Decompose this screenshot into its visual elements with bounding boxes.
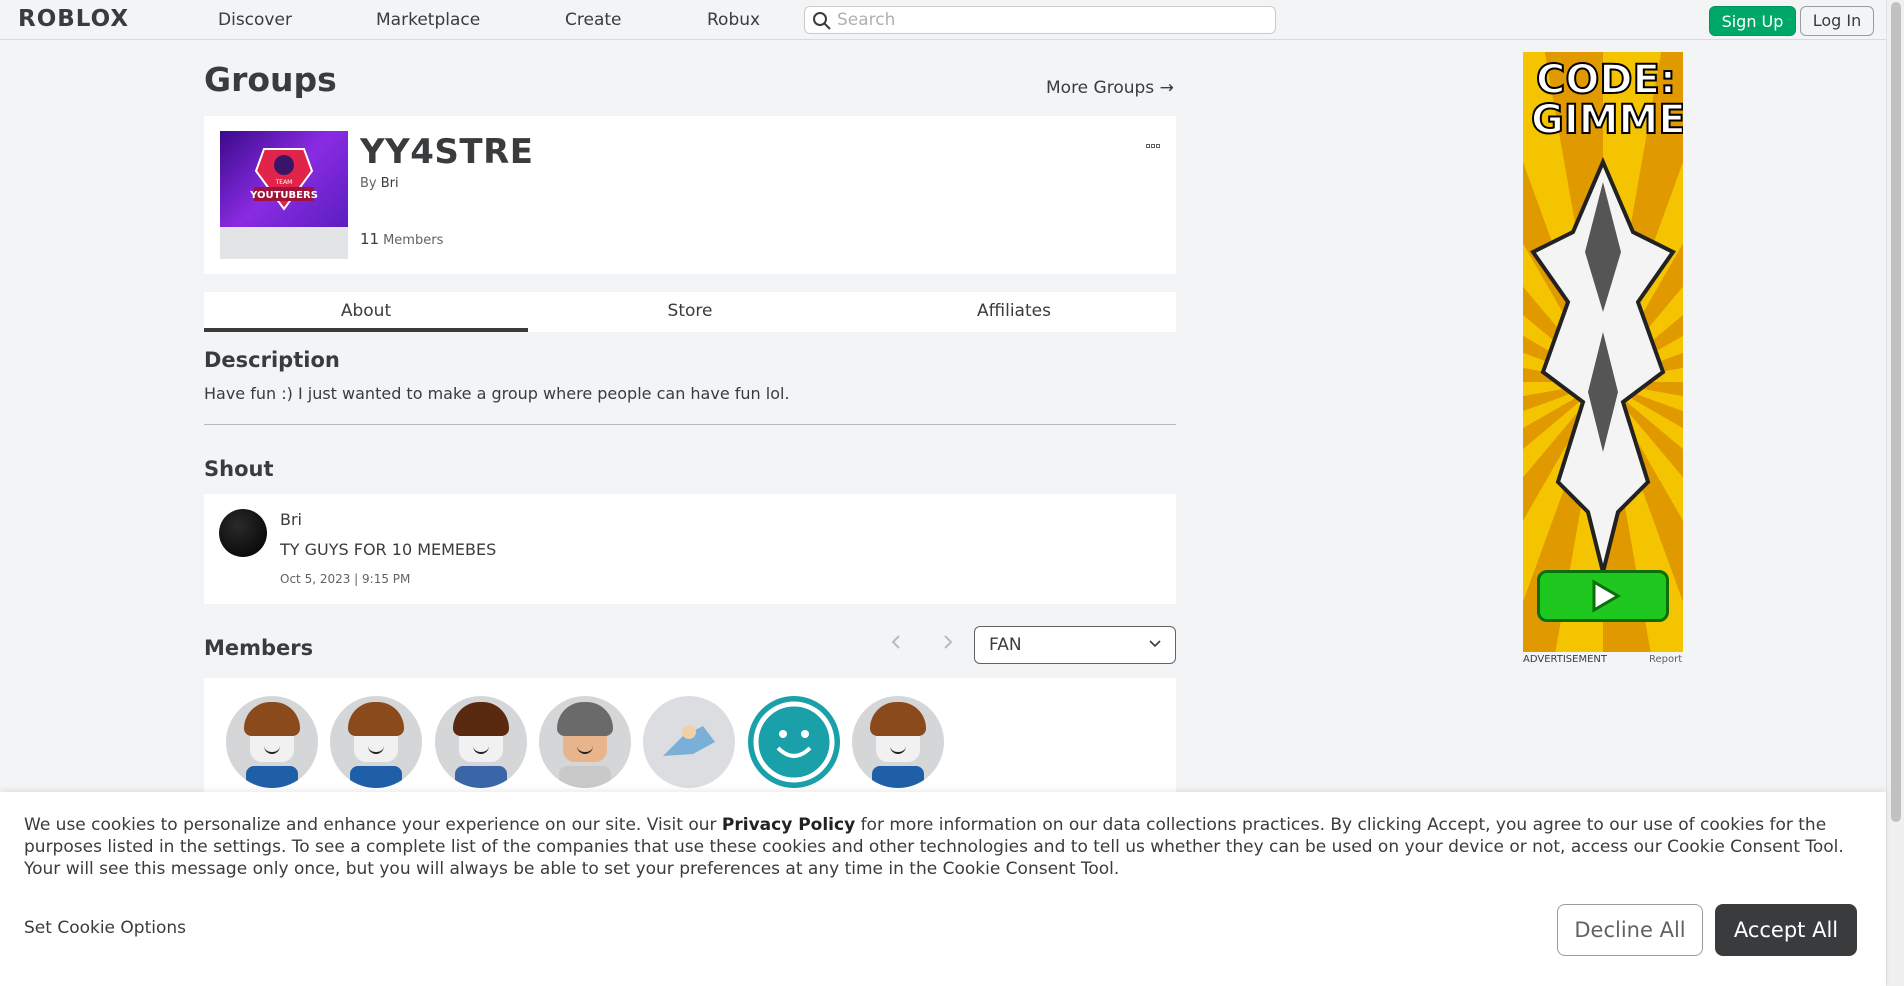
decline-all-button[interactable]: Decline All [1557, 904, 1703, 956]
ad-label: ADVERTISEMENT [1523, 654, 1608, 665]
more-options-icon[interactable] [1146, 133, 1164, 148]
member-avatar[interactable] [643, 696, 735, 788]
members-heading: Members [204, 636, 314, 660]
page-title: Groups [204, 60, 337, 99]
search-icon [813, 12, 831, 30]
shout-heading: Shout [204, 457, 274, 481]
shout-username[interactable]: Bri [280, 510, 302, 529]
group-emblem-image: YOUTUBERS TEAM [220, 131, 348, 227]
privacy-policy-link[interactable]: Privacy Policy [722, 815, 855, 835]
ad-play-button[interactable] [1537, 570, 1669, 622]
role-select-value: FAN [989, 635, 1022, 655]
sign-up-button[interactable]: Sign Up [1709, 6, 1796, 36]
members-list [204, 678, 1176, 798]
scrollbar-thumb[interactable] [1891, 2, 1901, 822]
description-heading: Description [204, 348, 340, 372]
member-avatar[interactable] [330, 696, 422, 788]
search-box [804, 6, 1276, 34]
more-groups-link[interactable]: More Groups → [1046, 78, 1174, 98]
team-youtubers-logo: YOUTUBERS TEAM [249, 148, 318, 211]
description-text: Have fun :) I just wanted to make a grou… [204, 384, 790, 403]
tab-affiliates[interactable]: Affiliates [852, 292, 1176, 332]
advertisement-banner[interactable]: CODE: GIMME [1523, 52, 1683, 652]
member-avatar[interactable] [435, 696, 527, 788]
group-header-card: YOUTUBERS TEAM YY4STRE By Bri 11 Members [204, 116, 1176, 274]
top-navigation: ROBLOX Discover Marketplace Create Robux… [0, 0, 1886, 40]
group-name: YY4STRE [360, 132, 534, 172]
svg-text:TEAM: TEAM [275, 179, 293, 186]
ad-headline: CODE: GIMME [1530, 57, 1683, 143]
member-avatar[interactable] [539, 696, 631, 788]
cookie-message: We use cookies to personalize and enhanc… [24, 814, 1864, 880]
group-owner: By Bri [360, 176, 399, 191]
accept-all-button[interactable]: Accept All [1715, 904, 1857, 956]
svg-text:YOUTUBERS: YOUTUBERS [249, 190, 318, 201]
ad-report-link[interactable]: Report [1649, 654, 1682, 665]
role-select-dropdown[interactable]: FAN [974, 626, 1176, 664]
set-cookie-options-link[interactable]: Set Cookie Options [24, 918, 186, 938]
tab-store[interactable]: Store [528, 292, 852, 332]
shout-avatar[interactable] [219, 509, 267, 557]
by-label: By [360, 176, 377, 191]
nav-marketplace[interactable]: Marketplace [376, 10, 480, 30]
members-prev-page-icon[interactable] [888, 632, 904, 652]
group-tabs: About Store Affiliates [204, 292, 1176, 332]
nav-robux[interactable]: Robux [707, 10, 760, 30]
owner-link[interactable]: Bri [381, 176, 399, 191]
page-scrollbar[interactable] [1886, 0, 1904, 986]
member-avatar[interactable] [852, 696, 944, 788]
member-avatar[interactable] [226, 696, 318, 788]
play-icon [1592, 579, 1621, 613]
shout-timestamp: Oct 5, 2023 | 9:15 PM [280, 572, 411, 586]
cookie-text-part: We use cookies to personalize and enhanc… [24, 815, 722, 835]
group-emblem: YOUTUBERS TEAM [220, 131, 348, 259]
shout-message: TY GUYS FOR 10 MEMEBES [280, 540, 497, 559]
roblox-logo[interactable]: ROBLOX [18, 6, 129, 32]
nav-create[interactable]: Create [565, 10, 622, 30]
shout-card: Bri TY GUYS FOR 10 MEMEBES Oct 5, 2023 |… [204, 494, 1176, 604]
cookie-consent-banner: We use cookies to personalize and enhanc… [0, 792, 1886, 986]
tab-about[interactable]: About [204, 292, 528, 332]
member-count-value: 11 [360, 230, 380, 248]
search-input[interactable] [837, 9, 1257, 31]
members-next-page-icon[interactable] [940, 632, 956, 652]
log-in-button[interactable]: Log In [1800, 6, 1874, 36]
section-divider [204, 424, 1176, 425]
member-avatar[interactable] [748, 696, 840, 788]
chevron-down-icon [1149, 640, 1161, 648]
group-member-count: 11 Members [360, 230, 443, 248]
nav-discover[interactable]: Discover [218, 10, 292, 30]
member-count-label: Members [383, 233, 444, 248]
